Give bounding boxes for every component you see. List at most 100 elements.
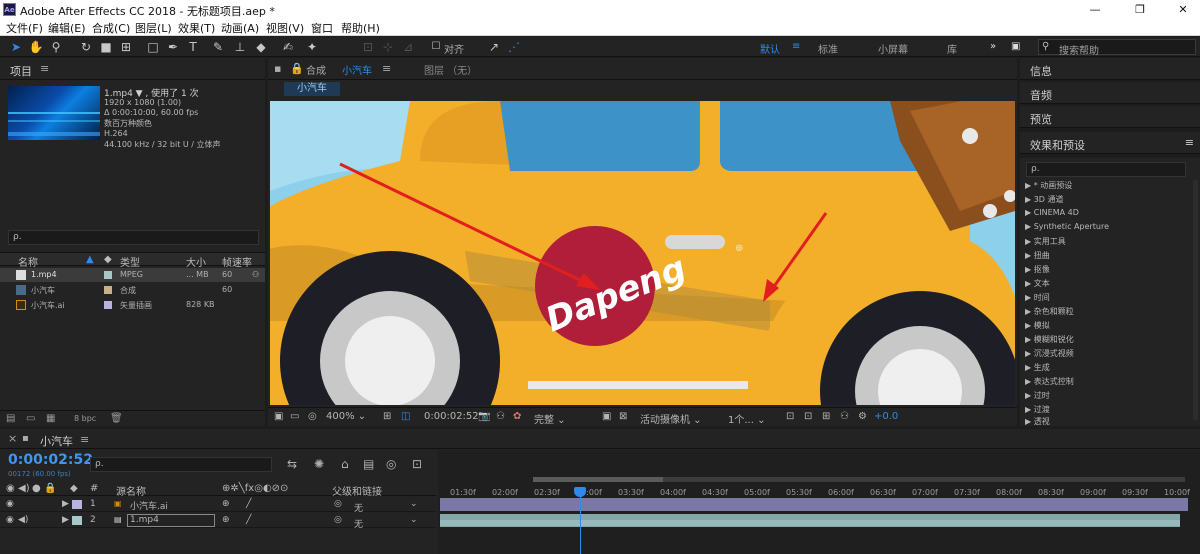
menu-composition[interactable]: 合成(C) (92, 20, 130, 36)
pan-behind-tool-icon[interactable]: ⊞ (118, 39, 134, 55)
workspace-default-menu-icon[interactable]: ≡ (792, 41, 800, 52)
snap-grid-icon[interactable]: ⋰ (506, 39, 522, 55)
col-parent-link[interactable]: 父级和链接 (332, 483, 382, 498)
fx-category[interactable]: ▶ 表达式控制 (1025, 376, 1074, 387)
layer-audio-icon[interactable]: ◀) (18, 515, 28, 525)
switches-header-icons[interactable]: ⊕✲╲fx◎◐⊘⊙ (222, 483, 288, 494)
fx-category[interactable]: ▶ 透视 (1025, 416, 1050, 427)
hand-tool-icon[interactable]: ✋ (28, 39, 44, 55)
col-layer-number[interactable]: # (90, 483, 98, 494)
video-switch-icon[interactable]: ◉ (6, 483, 15, 494)
preview-panel-tab[interactable]: 预览 (1020, 106, 1200, 128)
close-timeline-icon[interactable]: × (8, 432, 17, 445)
delete-icon[interactable]: 🗑 (110, 413, 123, 424)
col-name[interactable]: 名称 (18, 254, 38, 269)
timeline-search-input[interactable]: ρ. (90, 457, 272, 472)
timeline-timecode[interactable]: 0:00:02:52 (8, 452, 93, 468)
flowchart-view-icon[interactable]: ⚇ (840, 411, 849, 422)
fx-category[interactable]: ▶ 模拟 (1025, 320, 1050, 331)
new-composition-icon[interactable]: ▦ (46, 413, 55, 424)
shy-layers-icon[interactable]: ⌂ (341, 457, 349, 471)
solo-switch-icon[interactable]: ● (32, 483, 41, 494)
parent-dropdown-chevron-icon[interactable]: ⌄ (410, 515, 418, 525)
rectangle-tool-icon[interactable]: □ (145, 39, 161, 55)
comp-navigator-chip[interactable]: 小汽车 (284, 82, 340, 96)
collapse-transform-icon[interactable]: ⊕ (222, 515, 230, 525)
timeline-lock-icon[interactable]: ▪ (22, 433, 29, 444)
snap-checkbox[interactable]: ☐ (428, 39, 444, 55)
comp-tab-label[interactable]: 合成 (306, 62, 326, 77)
zoom-dropdown[interactable]: 400% ⌄ (326, 411, 366, 424)
fx-category[interactable]: ▶ 杂色和颗粒 (1025, 306, 1074, 317)
brush-tool-icon[interactable]: ✎ (210, 39, 226, 55)
snap-edge-icon[interactable]: ↗ (486, 39, 502, 55)
minimize-button[interactable]: — (1080, 1, 1110, 18)
project-search-input[interactable]: ρ. (8, 230, 259, 245)
project-item[interactable]: 1.mp4 MPEG ... MB 60 ⚇ (0, 268, 265, 282)
camera-view-dropdown[interactable]: 活动摄像机 ⌄ (640, 411, 702, 426)
fx-category[interactable]: ▶ 实用工具 (1025, 236, 1066, 247)
layer-expand-icon[interactable]: ▶ (62, 515, 69, 525)
project-item[interactable]: 小汽车 合成 60 (0, 283, 265, 297)
quality-switch-icon[interactable]: ╱ (246, 515, 251, 525)
reset-exposure-icon[interactable]: ⚙ (858, 411, 867, 422)
resolution-dropdown[interactable]: 完整 ⌄ (534, 411, 566, 426)
graph-editor-icon[interactable]: ⊡ (412, 457, 422, 471)
selection-tool-icon[interactable]: ➤ (8, 39, 24, 55)
region-of-interest-icon[interactable]: ▣ (602, 411, 611, 422)
pixel-aspect-icon[interactable]: ⊡ (786, 411, 794, 422)
view-layout-dropdown[interactable]: 1个... ⌄ (728, 411, 765, 426)
show-snapshot-icon[interactable]: ⚇ (496, 411, 505, 422)
quality-switch-icon[interactable]: ╱ (246, 499, 251, 509)
timeline-layer-row[interactable]: ◉ ▶ 1 ▣ 小汽车.ai ⊕ ╱ ◎ 无 ⌄ (0, 497, 436, 514)
effects-panel-menu-icon[interactable]: ≡ (1185, 136, 1194, 149)
layer-duration-bar[interactable] (440, 498, 1188, 511)
audio-switch-icon[interactable]: ◀) (18, 483, 30, 494)
audio-panel-tab[interactable]: 音频 (1020, 82, 1200, 104)
label-header-icon[interactable]: ◆ (70, 483, 78, 494)
effects-presets-panel-tab[interactable]: 效果和预设 ≡ (1020, 132, 1200, 154)
maximize-button[interactable]: ❐ (1125, 1, 1155, 18)
menu-effect[interactable]: 效果(T) (178, 20, 215, 36)
menu-view[interactable]: 视图(V) (266, 20, 304, 36)
layer-visibility-icon[interactable]: ◉ (6, 515, 14, 525)
work-area-start[interactable] (533, 477, 663, 482)
playhead-line[interactable] (580, 488, 581, 554)
info-panel-tab[interactable]: 信息 (1020, 58, 1200, 80)
menu-window[interactable]: 窗口 (311, 20, 333, 36)
workspace-small-screen[interactable]: 小屏幕 (878, 41, 908, 56)
label-column-icon[interactable]: ◆ (104, 254, 112, 265)
timeline-menu-icon[interactable]: ≡ (80, 433, 89, 446)
fx-category[interactable]: ▶ 生成 (1025, 362, 1050, 373)
sync-settings-icon[interactable]: ▣ (1011, 41, 1020, 52)
always-preview-icon[interactable]: ▣ (274, 411, 283, 422)
eraser-tool-icon[interactable]: ◆ (253, 39, 269, 55)
pick-whip-icon[interactable]: ◎ (334, 499, 342, 509)
menu-animation[interactable]: 动画(A) (221, 20, 259, 36)
project-item[interactable]: 小汽车.ai 矢量插画 828 KB (0, 298, 265, 312)
menu-file[interactable]: 文件(F) (6, 20, 43, 36)
mask-visibility-icon[interactable]: ◫ (401, 411, 410, 422)
zoom-tool-icon[interactable]: ⚲ (48, 39, 64, 55)
menu-layer[interactable]: 图层(L) (135, 20, 172, 36)
fx-category[interactable]: ▶ 模糊和锐化 (1025, 334, 1074, 345)
layer-expand-icon[interactable]: ▶ (62, 499, 69, 509)
puppet-tool-icon[interactable]: ✦ (304, 39, 320, 55)
workspace-standard[interactable]: 标准 (818, 41, 838, 56)
col-fps[interactable]: 帧速率 (222, 254, 252, 269)
roto-brush-tool-icon[interactable]: ✍ (280, 39, 296, 55)
fx-category[interactable]: ▶ CINEMA 4D (1025, 208, 1079, 217)
lock-switch-icon[interactable]: 🔒 (44, 483, 56, 494)
fx-category[interactable]: ▶ 过渡 (1025, 404, 1050, 415)
fx-category[interactable]: ▶ * 动画预设 (1025, 180, 1072, 191)
effects-search-input[interactable]: ρ. (1026, 162, 1186, 177)
channel-rgb-icon[interactable]: ✿ (513, 411, 521, 422)
vr-glasses-icon[interactable]: ◎ (308, 411, 317, 422)
clone-stamp-tool-icon[interactable]: ⊥ (232, 39, 248, 55)
transparency-grid-icon[interactable]: ⊠ (619, 411, 627, 422)
search-help-field[interactable]: ⚲ 搜索帮助 (1038, 39, 1196, 57)
layer-label-swatch[interactable] (72, 516, 82, 525)
menu-help[interactable]: 帮助(H) (341, 20, 380, 36)
interpret-footage-icon[interactable]: ▤ (6, 413, 15, 424)
type-tool-icon[interactable]: T (185, 39, 201, 55)
